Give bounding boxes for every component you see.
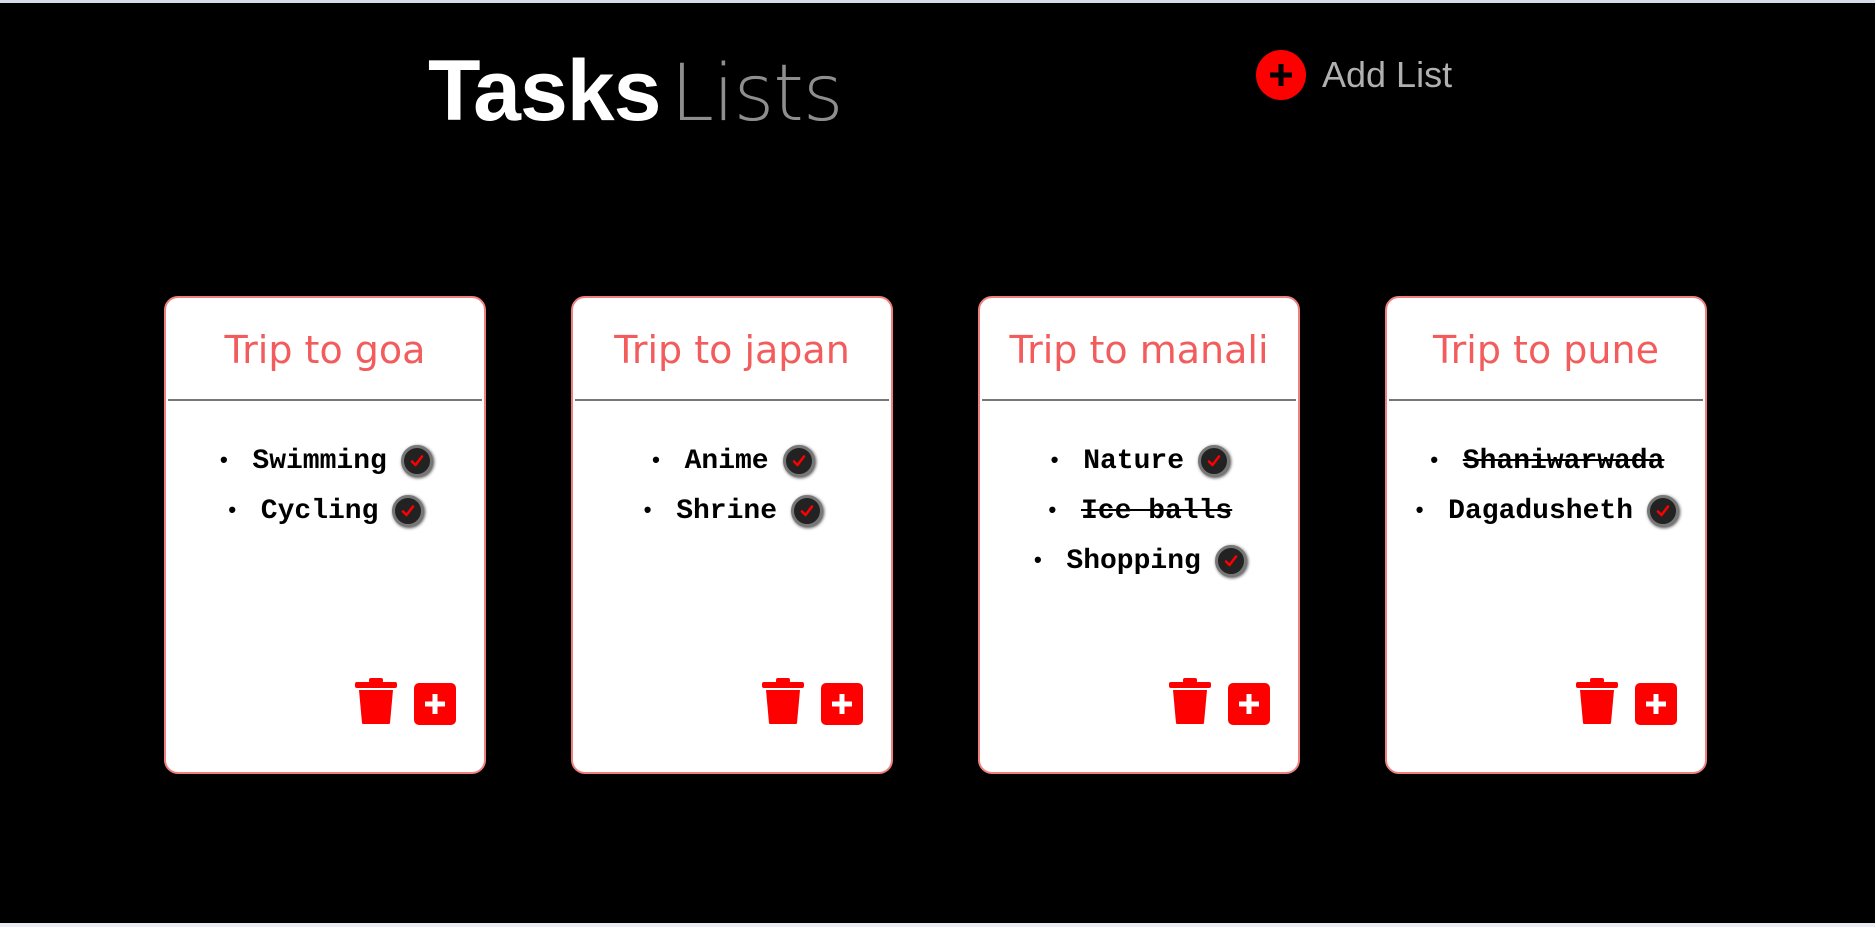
trash-icon[interactable] xyxy=(1168,677,1228,730)
task-text: Dagadusheth xyxy=(1448,495,1634,527)
top-border xyxy=(0,0,1875,3)
list-title: Trip to goa xyxy=(224,328,426,372)
bullet-icon: • xyxy=(1047,448,1062,474)
task-item: • Shrine xyxy=(573,486,891,536)
task-list: • Shaniwarwada • Dagadusheth xyxy=(1387,436,1705,536)
bullet-icon: • xyxy=(1412,498,1427,524)
check-circle-icon[interactable] xyxy=(1647,495,1680,527)
task-item: • Cycling xyxy=(166,486,484,536)
task-item: • Anime xyxy=(573,436,891,486)
task-text: Nature xyxy=(1083,445,1185,477)
page-title: Tasks Lists xyxy=(428,42,843,142)
card-actions xyxy=(1575,677,1677,730)
task-text: Anime xyxy=(684,445,769,477)
list-divider xyxy=(982,399,1296,401)
task-text: Ice balls xyxy=(1080,495,1233,527)
list-card: Trip to goa • Swimming • Cycling xyxy=(164,296,486,774)
list-divider xyxy=(168,399,482,401)
list-card: Trip to manali • Nature • Ice balls • Shopping xyxy=(978,296,1300,774)
task-item: • Swimming xyxy=(166,436,484,486)
check-circle-icon[interactable] xyxy=(400,445,433,477)
bullet-icon: • xyxy=(217,448,231,474)
task-list: • Swimming • Cycling xyxy=(166,436,484,536)
list-title: Trip to manali xyxy=(1009,328,1269,372)
add-list-label[interactable]: Add List xyxy=(1322,54,1452,96)
add-list-button[interactable]: Add List xyxy=(1256,50,1452,100)
check-circle-icon[interactable] xyxy=(392,495,425,527)
list-title: Trip to pune xyxy=(1433,328,1659,372)
task-list: • Anime • Shrine xyxy=(573,436,891,536)
check-circle-icon[interactable] xyxy=(1214,545,1247,577)
bullet-icon: • xyxy=(225,498,239,524)
task-text: Cycling xyxy=(260,495,379,527)
list-card: Trip to pune • Shaniwarwada • Dagadusheth xyxy=(1385,296,1707,774)
list-divider xyxy=(1389,399,1703,401)
task-text: Swimming xyxy=(252,445,387,477)
task-list: • Nature • Ice balls • Shopping xyxy=(980,436,1298,586)
card-actions xyxy=(761,677,863,730)
task-text: Shaniwarwada xyxy=(1462,445,1665,477)
task-item: • Ice balls xyxy=(980,486,1298,536)
list-divider xyxy=(575,399,889,401)
plus-square-icon[interactable] xyxy=(1635,682,1677,725)
trash-icon[interactable] xyxy=(1575,677,1635,730)
task-item: • Shaniwarwada xyxy=(1387,436,1705,486)
bullet-icon: • xyxy=(1427,448,1441,474)
bullet-icon: • xyxy=(640,498,655,524)
list-title: Trip to japan xyxy=(614,328,850,372)
check-circle-icon[interactable] xyxy=(1198,445,1231,477)
plus-square-icon[interactable] xyxy=(821,682,863,725)
plus-circle-icon[interactable] xyxy=(1256,50,1306,100)
bullet-icon: • xyxy=(649,448,663,474)
bullet-icon: • xyxy=(1031,548,1045,574)
check-circle-icon[interactable] xyxy=(782,445,815,477)
plus-square-icon[interactable] xyxy=(1228,682,1270,725)
plus-square-icon[interactable] xyxy=(414,682,456,725)
bottom-border xyxy=(0,923,1875,927)
task-item: • Nature xyxy=(980,436,1298,486)
task-item: • Dagadusheth xyxy=(1387,486,1705,536)
card-actions xyxy=(1168,677,1270,730)
check-circle-icon[interactable] xyxy=(791,495,824,527)
task-text: Shrine xyxy=(676,495,778,527)
card-actions xyxy=(354,677,456,730)
task-text: Shopping xyxy=(1066,545,1201,577)
list-card: Trip to japan • Anime • Shrine xyxy=(571,296,893,774)
page-title-bold: Tasks xyxy=(428,43,661,139)
task-item: • Shopping xyxy=(980,536,1298,586)
bullet-icon: • xyxy=(1045,498,1059,524)
trash-icon[interactable] xyxy=(761,677,821,730)
page-title-light: Lists xyxy=(670,49,843,139)
trash-icon[interactable] xyxy=(354,677,414,730)
